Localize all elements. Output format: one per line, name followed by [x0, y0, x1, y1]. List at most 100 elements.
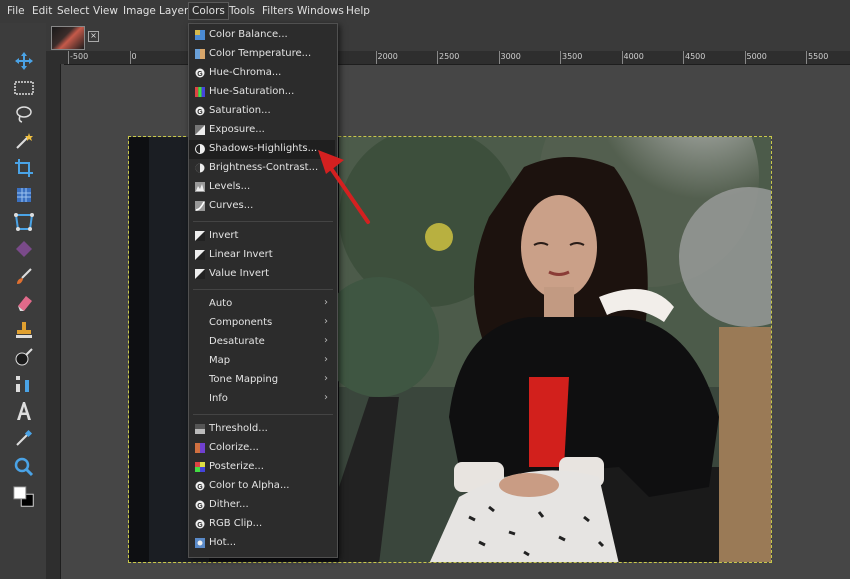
- annotation-arrow: [318, 150, 370, 224]
- ruler-label: 3000: [500, 52, 521, 61]
- menu-item-label: Value Invert: [209, 268, 270, 279]
- menu-item-threshold[interactable]: Threshold...: [189, 420, 335, 439]
- zoom-icon[interactable]: [12, 456, 36, 478]
- ruler-label: 4500: [685, 52, 706, 61]
- menu-item-hue-chroma[interactable]: G Hue-Chroma...: [189, 64, 335, 83]
- clone-stamp-icon[interactable]: [12, 319, 36, 341]
- menu-file[interactable]: File: [7, 5, 25, 17]
- menu-item-label: Color Balance...: [209, 29, 288, 40]
- menu-item-label: Hue-Chroma...: [209, 67, 282, 78]
- ruler-tick: [621, 51, 623, 64]
- image-tab-thumbnail[interactable]: [51, 26, 85, 50]
- menu-item-label: Color Temperature...: [209, 48, 312, 59]
- menu-item-info[interactable]: Info ›: [189, 390, 335, 409]
- color-balance-icon: [195, 30, 205, 40]
- menu-item-tone-mapping[interactable]: Tone Mapping ›: [189, 371, 335, 390]
- menu-help[interactable]: Help: [346, 5, 370, 17]
- horizontal-ruler[interactable]: -500050010001500200025003000350040004500…: [64, 51, 850, 65]
- menu-item-map[interactable]: Map ›: [189, 352, 335, 371]
- hue-saturation-icon: [195, 87, 205, 97]
- ruler-label: 5500: [808, 52, 829, 61]
- menu-item-label: Exposure...: [209, 124, 265, 135]
- warp-transform-icon[interactable]: [12, 211, 36, 233]
- ruler-tick: [683, 51, 684, 64]
- unified-transform-icon[interactable]: [12, 184, 36, 206]
- chevron-right-icon: ›: [324, 373, 328, 384]
- fuzzy-select-icon[interactable]: [12, 130, 36, 152]
- gegl-icon: G: [195, 481, 205, 491]
- gegl-icon: G: [195, 106, 205, 116]
- menu-item-label: Threshold...: [209, 423, 268, 434]
- menu-image[interactable]: Image: [123, 5, 156, 17]
- menu-filters[interactable]: Filters: [262, 5, 293, 17]
- gegl-icon: G: [195, 68, 205, 78]
- menu-layer[interactable]: Layer: [159, 5, 188, 17]
- menu-select[interactable]: Select: [57, 5, 89, 17]
- text-icon[interactable]: [12, 400, 36, 422]
- menu-item-saturation[interactable]: G Saturation...: [189, 102, 335, 121]
- colors-menu: Color Balance... Color Temperature... G Hue…: [188, 23, 338, 558]
- eraser-icon[interactable]: [12, 292, 36, 314]
- color-picker-icon[interactable]: [12, 427, 36, 449]
- menu-item-rgb-clip[interactable]: G RGB Clip...: [189, 515, 335, 534]
- move-tool-icon[interactable]: [12, 50, 36, 72]
- menu-tools[interactable]: Tools: [229, 5, 255, 17]
- crop-icon[interactable]: [12, 157, 36, 179]
- ruler-tick: [375, 51, 377, 64]
- menu-item-exposure[interactable]: Exposure...: [189, 121, 335, 140]
- menu-item-hot[interactable]: Hot...: [189, 534, 335, 553]
- invert-icon: [195, 231, 205, 241]
- menu-edit[interactable]: Edit: [32, 5, 52, 17]
- paintbrush-icon[interactable]: [12, 265, 36, 287]
- ruler-label: 5000: [746, 52, 767, 61]
- menu-item-label: Curves...: [209, 200, 254, 211]
- smudge-icon[interactable]: [12, 346, 36, 368]
- menubar: File Edit Select View Image Layer Colors Tools F…: [0, 0, 850, 24]
- ruler-tick: [68, 51, 69, 64]
- ruler-label: 2000: [377, 52, 398, 61]
- align-icon[interactable]: [12, 373, 36, 395]
- paths-icon[interactable]: [12, 238, 36, 260]
- menu-separator: [193, 289, 333, 290]
- ruler-tick: [560, 51, 561, 64]
- menu-item-label: Hue-Saturation...: [209, 86, 295, 97]
- menu-windows[interactable]: Windows: [297, 5, 344, 17]
- close-tab-icon[interactable]: ×: [88, 31, 99, 42]
- shadows-highlights-icon: [195, 144, 205, 154]
- menu-item-linear-invert[interactable]: Linear Invert: [189, 246, 335, 265]
- menu-item-label: Auto: [209, 298, 233, 309]
- menu-item-hue-saturation[interactable]: Hue-Saturation...: [189, 83, 335, 102]
- ruler-label: 2500: [439, 52, 460, 61]
- menu-item-label: Desaturate: [209, 336, 265, 347]
- menu-item-label: Colorize...: [209, 442, 259, 453]
- menu-colors[interactable]: Colors: [188, 2, 229, 20]
- vertical-ruler[interactable]: [46, 64, 61, 579]
- menu-item-label: Components: [209, 317, 273, 328]
- menu-item-dither[interactable]: G Dither...: [189, 496, 335, 515]
- lasso-icon[interactable]: [12, 103, 36, 125]
- chevron-right-icon: ›: [324, 316, 328, 327]
- menu-item-posterize[interactable]: Posterize...: [189, 458, 335, 477]
- levels-icon: [195, 182, 205, 192]
- menu-item-label: Hot...: [209, 537, 237, 548]
- colorize-icon: [195, 443, 205, 453]
- invert-icon: [195, 250, 205, 260]
- menu-view[interactable]: View: [93, 5, 118, 17]
- rect-select-icon[interactable]: [12, 77, 36, 99]
- menu-item-color-to-alpha[interactable]: G Color to Alpha...: [189, 477, 335, 496]
- fg-bg-colors-icon[interactable]: [12, 486, 36, 508]
- gegl-icon: G: [195, 519, 205, 529]
- menu-item-value-invert[interactable]: Value Invert: [189, 265, 335, 284]
- menu-item-components[interactable]: Components ›: [189, 314, 335, 333]
- menu-item-desaturate[interactable]: Desaturate ›: [189, 333, 335, 352]
- posterize-icon: [195, 462, 205, 472]
- ruler-tick: [806, 51, 807, 64]
- chevron-right-icon: ›: [324, 354, 328, 365]
- menu-item-label: RGB Clip...: [209, 518, 263, 529]
- color-temperature-icon: [195, 49, 205, 59]
- ruler-label: -500: [70, 52, 89, 61]
- menu-item-auto[interactable]: Auto ›: [189, 295, 335, 314]
- menu-item-colorize[interactable]: Colorize...: [189, 439, 335, 458]
- menu-item-color-temperature[interactable]: Color Temperature...: [189, 45, 335, 64]
- menu-item-color-balance[interactable]: Color Balance...: [189, 26, 335, 45]
